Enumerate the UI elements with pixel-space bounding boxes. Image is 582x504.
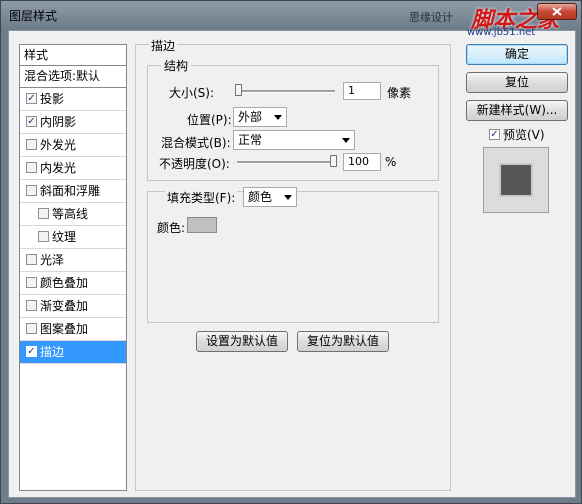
style-item-checkbox[interactable] bbox=[26, 277, 37, 288]
style-item-checkbox[interactable] bbox=[38, 231, 49, 242]
style-item-label: 等高线 bbox=[52, 207, 89, 221]
stroke-group-label: 描边 bbox=[149, 37, 178, 54]
dialog-body: www.jb51.net 样式 混合选项:默认 ✓ 投影 ✓ 内阴影 外发光 内发光 斜面和… bbox=[8, 27, 576, 498]
style-item-checkbox[interactable]: ✓ bbox=[26, 116, 37, 127]
opacity-slider[interactable] bbox=[237, 161, 337, 164]
position-label: 位置(P): bbox=[187, 113, 232, 127]
style-item-label: 内发光 bbox=[40, 161, 77, 175]
style-item-label: 投影 bbox=[40, 92, 65, 106]
ok-button[interactable]: 确定 bbox=[466, 44, 568, 65]
opacity-input[interactable]: 100 bbox=[343, 153, 381, 171]
style-item[interactable]: 等高线 bbox=[20, 203, 126, 226]
fill-type-select[interactable]: 颜色 bbox=[243, 187, 297, 207]
blend-mode-label: 混合模式(B): bbox=[161, 136, 231, 150]
style-item-label: 光泽 bbox=[40, 253, 65, 267]
size-label: 大小(S): bbox=[169, 86, 215, 100]
size-slider[interactable] bbox=[235, 90, 335, 93]
style-item-label: 内阴影 bbox=[40, 115, 77, 129]
style-item-checkbox[interactable] bbox=[26, 185, 37, 196]
color-label: 颜色: bbox=[157, 221, 186, 235]
fill-group bbox=[147, 191, 439, 323]
style-item[interactable]: 内发光 bbox=[20, 157, 126, 180]
position-value: 外部 bbox=[238, 110, 263, 124]
style-item[interactable]: 图案叠加 bbox=[20, 318, 126, 341]
style-item-label: 斜面和浮雕 bbox=[40, 184, 101, 198]
title-bar[interactable]: 图层样式 思缘设计 脚本之家 bbox=[1, 1, 581, 33]
preview-label[interactable]: 预览(V) bbox=[503, 126, 545, 143]
chevron-down-icon bbox=[342, 138, 350, 143]
style-preview bbox=[483, 147, 549, 213]
window-title: 图层样式 bbox=[9, 9, 58, 23]
preview-checkbox[interactable]: ✓ bbox=[489, 129, 500, 140]
layer-style-dialog: 图层样式 思缘设计 脚本之家 www.jb51.net 样式 混合选项:默认 ✓… bbox=[0, 0, 582, 504]
style-item-checkbox[interactable] bbox=[26, 300, 37, 311]
style-item-label: 颜色叠加 bbox=[40, 276, 89, 290]
structure-group-label: 结构 bbox=[161, 57, 192, 74]
size-unit: 像素 bbox=[387, 86, 412, 100]
style-item-checkbox[interactable]: ✓ bbox=[26, 93, 37, 104]
close-icon bbox=[552, 7, 562, 16]
styles-list-header[interactable]: 样式 bbox=[20, 45, 126, 66]
fill-type-value: 颜色 bbox=[248, 190, 273, 204]
style-item-checkbox[interactable] bbox=[38, 208, 49, 219]
fill-type-label: 填充类型(F): bbox=[165, 189, 238, 206]
preview-thumbnail bbox=[499, 163, 533, 197]
styles-list: 样式 混合选项:默认 ✓ 投影 ✓ 内阴影 外发光 内发光 斜面和浮雕 等高线 纹理 光泽 颜色叠加… bbox=[19, 44, 127, 491]
reset-button[interactable]: 复位 bbox=[466, 72, 568, 93]
style-item[interactable]: 渐变叠加 bbox=[20, 295, 126, 318]
new-style-button[interactable]: 新建样式(W)... bbox=[466, 100, 568, 121]
style-item[interactable]: ✓ 描边 bbox=[20, 341, 126, 364]
style-item[interactable]: 外发光 bbox=[20, 134, 126, 157]
style-item[interactable]: 光泽 bbox=[20, 249, 126, 272]
style-item[interactable]: 颜色叠加 bbox=[20, 272, 126, 295]
style-item[interactable]: 斜面和浮雕 bbox=[20, 180, 126, 203]
size-input[interactable]: 1 bbox=[343, 82, 381, 100]
style-item-label: 渐变叠加 bbox=[40, 299, 89, 313]
style-item-label: 图案叠加 bbox=[40, 322, 89, 336]
set-default-button[interactable]: 设置为默认值 bbox=[196, 331, 288, 352]
position-select[interactable]: 外部 bbox=[233, 107, 287, 127]
style-item-checkbox[interactable] bbox=[26, 139, 37, 150]
blend-options-item[interactable]: 混合选项:默认 bbox=[20, 66, 126, 88]
watermark-text: 思缘设计 bbox=[409, 11, 453, 24]
style-item[interactable]: ✓ 内阴影 bbox=[20, 111, 126, 134]
chevron-down-icon bbox=[284, 195, 292, 200]
blend-mode-value: 正常 bbox=[238, 133, 263, 147]
style-item-checkbox[interactable]: ✓ bbox=[26, 346, 37, 357]
close-button[interactable] bbox=[537, 3, 577, 20]
style-item[interactable]: ✓ 投影 bbox=[20, 88, 126, 111]
opacity-slider-handle[interactable] bbox=[330, 155, 337, 167]
style-item-label: 描边 bbox=[40, 345, 65, 359]
chevron-down-icon bbox=[274, 115, 282, 120]
style-item[interactable]: 纹理 bbox=[20, 226, 126, 249]
size-slider-handle[interactable] bbox=[235, 84, 242, 96]
blend-mode-select[interactable]: 正常 bbox=[233, 130, 355, 150]
watermark-url: www.jb51.net bbox=[467, 27, 536, 38]
opacity-label: 不透明度(O): bbox=[159, 157, 230, 171]
style-item-label: 外发光 bbox=[40, 138, 77, 152]
style-item-checkbox[interactable] bbox=[26, 162, 37, 173]
reset-default-button[interactable]: 复位为默认值 bbox=[297, 331, 389, 352]
style-item-checkbox[interactable] bbox=[26, 323, 37, 334]
style-item-label: 纹理 bbox=[52, 230, 77, 244]
stroke-color-swatch[interactable] bbox=[187, 217, 217, 233]
style-item-checkbox[interactable] bbox=[26, 254, 37, 265]
opacity-unit: % bbox=[385, 155, 397, 169]
